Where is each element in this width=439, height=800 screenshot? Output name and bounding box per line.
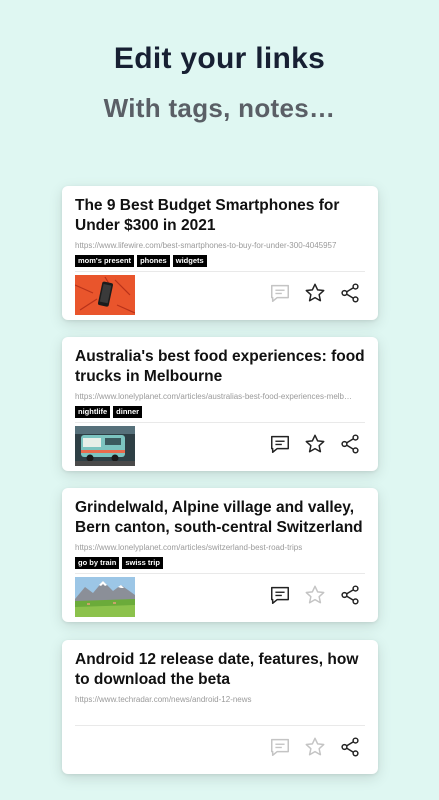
tag[interactable]: widgets	[172, 255, 207, 267]
link-url: https://www.lonelyplanet.com/articles/sw…	[75, 543, 303, 552]
link-card[interactable]: Australia's best food experiences: food …	[62, 337, 378, 471]
share-icon[interactable]	[339, 433, 361, 455]
star-icon[interactable]	[304, 584, 326, 606]
tag[interactable]: mom's present	[75, 255, 135, 267]
card-actions	[269, 433, 361, 455]
link-card[interactable]: Android 12 release date, features, how t…	[62, 640, 378, 774]
link-title[interactable]: Australia's best food experiences: food …	[75, 347, 365, 387]
note-icon[interactable]	[269, 433, 291, 455]
share-icon[interactable]	[339, 584, 361, 606]
link-url: https://www.lifewire.com/best-smartphone…	[75, 241, 337, 250]
link-card[interactable]: Grindelwald, Alpine village and valley, …	[62, 488, 378, 622]
link-title[interactable]: Android 12 release date, features, how t…	[75, 650, 365, 690]
share-icon[interactable]	[339, 282, 361, 304]
link-url: https://www.techradar.com/news/android-1…	[75, 695, 252, 704]
star-icon[interactable]	[304, 736, 326, 758]
star-icon[interactable]	[304, 282, 326, 304]
link-title[interactable]: Grindelwald, Alpine village and valley, …	[75, 498, 365, 538]
share-icon[interactable]	[339, 736, 361, 758]
card-actions	[269, 736, 361, 758]
tag-list: mom's present phones widgets	[75, 255, 365, 267]
thumbnail-image	[75, 577, 135, 617]
thumbnail-image	[75, 426, 135, 466]
star-icon[interactable]	[304, 433, 326, 455]
tag-list: nightlife dinner	[75, 406, 365, 418]
tag[interactable]: phones	[137, 255, 170, 267]
link-card[interactable]: The 9 Best Budget Smartphones for Under …	[62, 186, 378, 320]
tag[interactable]: swiss trip	[122, 557, 163, 569]
link-url: https://www.lonelyplanet.com/articles/au…	[75, 392, 353, 401]
note-icon[interactable]	[269, 736, 291, 758]
card-actions	[269, 584, 361, 606]
tag[interactable]: nightlife	[75, 406, 111, 418]
page-title: Edit your links	[113, 42, 326, 75]
card-actions	[269, 282, 361, 304]
tag-list: go by train swiss trip	[75, 557, 365, 569]
note-icon[interactable]	[269, 584, 291, 606]
thumbnail-image	[75, 275, 135, 315]
tag[interactable]: dinner	[113, 406, 143, 418]
link-title[interactable]: The 9 Best Budget Smartphones for Under …	[75, 196, 365, 236]
page-subtitle: With tags, notes…	[103, 93, 336, 123]
note-icon[interactable]	[269, 282, 291, 304]
tag[interactable]: go by train	[75, 557, 120, 569]
tag-list	[75, 709, 365, 721]
